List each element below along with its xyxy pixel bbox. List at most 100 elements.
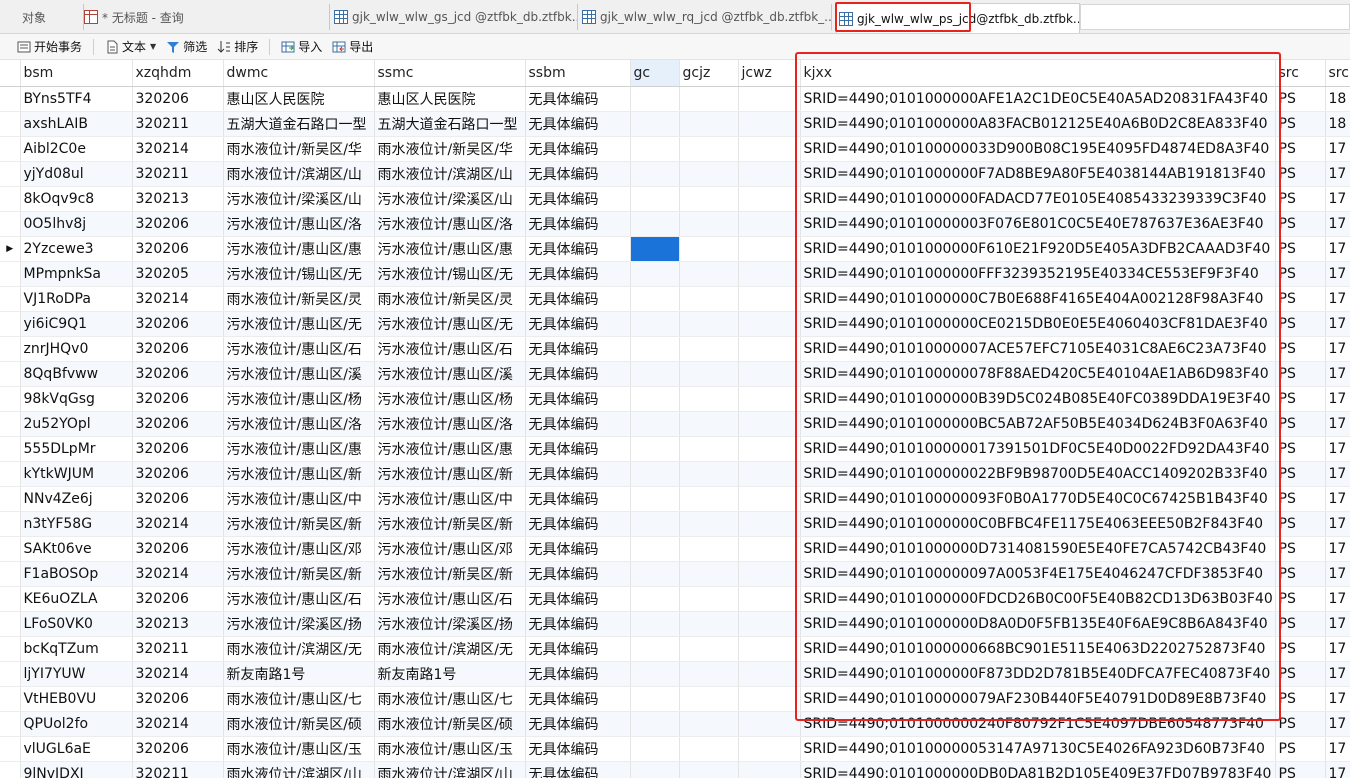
cell-jcwz[interactable] xyxy=(738,286,801,312)
cell-src[interactable]: 17 xyxy=(1325,686,1350,712)
cell-xzqhdm[interactable]: 320211 xyxy=(132,111,224,137)
cell-dwmc[interactable]: 雨水液位计/滨湖区/无 xyxy=(223,636,375,662)
cell-gc[interactable] xyxy=(630,636,680,662)
cell-gcjz[interactable] xyxy=(679,236,739,262)
cell-src[interactable]: PS xyxy=(1275,361,1326,387)
cell-jcwz[interactable] xyxy=(738,186,801,212)
cell-ssbm[interactable]: 无具体编码 xyxy=(525,461,631,487)
cell-kjxx[interactable]: SRID=4490;0101000000240F80792F1C5E4097DB… xyxy=(800,711,1276,737)
cell-src[interactable]: PS xyxy=(1275,386,1326,412)
cell-ssmc[interactable]: 污水液位计/新吴区/新 xyxy=(374,561,526,587)
cell-src[interactable]: PS xyxy=(1275,586,1326,612)
cell-ssbm[interactable]: 无具体编码 xyxy=(525,386,631,412)
column-header-src[interactable]: src xyxy=(1275,60,1326,87)
cell-src[interactable]: 17 xyxy=(1325,661,1350,687)
cell-src[interactable]: PS xyxy=(1275,511,1326,537)
cell-src[interactable]: 17 xyxy=(1325,136,1350,162)
table-row[interactable]: axshLAIB 320211 五湖大道金石路口一型 五湖大道金石路口一型 无具体编码 S… xyxy=(0,111,1350,137)
cell-dwmc[interactable]: 雨水液位计/新吴区/华 xyxy=(223,136,375,162)
cell-xzqhdm[interactable]: 320206 xyxy=(132,311,224,337)
cell-src[interactable]: PS xyxy=(1275,86,1326,112)
cell-bsm[interactable]: 0O5lhv8j xyxy=(20,211,133,237)
table-row[interactable]: 9lNvJDXI 320211 雨水液位计/滨湖区/山 雨水液位计/滨湖区/山 无具体编… xyxy=(0,761,1350,778)
column-header-bsm[interactable]: bsm xyxy=(20,60,133,87)
column-header-ssbm[interactable]: ssbm xyxy=(525,60,631,87)
cell-jcwz[interactable] xyxy=(738,111,801,137)
sort-button[interactable]: 排序 xyxy=(212,36,263,58)
cell-bsm[interactable]: axshLAIB xyxy=(20,111,133,137)
export-button[interactable]: 导出 xyxy=(327,36,378,58)
column-header-gcjz[interactable]: gcjz xyxy=(679,60,739,87)
cell-gcjz[interactable] xyxy=(679,511,739,537)
cell-jcwz[interactable] xyxy=(738,236,801,262)
cell-src[interactable]: 17 xyxy=(1325,436,1350,462)
cell-xzqhdm[interactable]: 320206 xyxy=(132,361,224,387)
cell-gcjz[interactable] xyxy=(679,161,739,187)
cell-ssmc[interactable]: 污水液位计/惠山区/溪 xyxy=(374,361,526,387)
cell-ssbm[interactable]: 无具体编码 xyxy=(525,411,631,437)
cell-ssmc[interactable]: 污水液位计/梁溪区/山 xyxy=(374,186,526,212)
cell-ssmc[interactable]: 污水液位计/新吴区/新 xyxy=(374,511,526,537)
cell-src[interactable]: PS xyxy=(1275,286,1326,312)
cell-ssmc[interactable]: 污水液位计/惠山区/洛 xyxy=(374,211,526,237)
cell-kjxx[interactable]: SRID=4490;0101000000668BC901E5115E4063D2… xyxy=(800,636,1276,662)
cell-jcwz[interactable] xyxy=(738,386,801,412)
cell-src[interactable]: 17 xyxy=(1325,386,1350,412)
cell-gc[interactable] xyxy=(630,86,680,112)
cell-ssmc[interactable]: 雨水液位计/新吴区/华 xyxy=(374,136,526,162)
table-row[interactable]: kYtkWJUM 320206 污水液位计/惠山区/新 污水液位计/惠山区/新 无具体编… xyxy=(0,461,1350,487)
cell-dwmc[interactable]: 污水液位计/惠山区/洛 xyxy=(223,411,375,437)
cell-gc[interactable] xyxy=(630,711,680,737)
cell-dwmc[interactable]: 五湖大道金石路口一型 xyxy=(223,111,375,137)
begin-transaction-button[interactable]: 开始事务 xyxy=(12,36,87,58)
cell-ssmc[interactable]: 雨水液位计/滨湖区/山 xyxy=(374,761,526,778)
cell-dwmc[interactable]: 污水液位计/惠山区/洛 xyxy=(223,211,375,237)
cell-jcwz[interactable] xyxy=(738,461,801,487)
column-header-src[interactable]: src xyxy=(1325,60,1350,87)
cell-dwmc[interactable]: 污水液位计/梁溪区/扬 xyxy=(223,611,375,637)
row-indicator[interactable] xyxy=(0,186,21,212)
cell-src[interactable]: PS xyxy=(1275,161,1326,187)
cell-jcwz[interactable] xyxy=(738,536,801,562)
cell-xzqhdm[interactable]: 320206 xyxy=(132,386,224,412)
cell-gcjz[interactable] xyxy=(679,661,739,687)
cell-src[interactable]: 17 xyxy=(1325,736,1350,762)
cell-gc[interactable] xyxy=(630,286,680,312)
cell-jcwz[interactable] xyxy=(738,436,801,462)
cell-gcjz[interactable] xyxy=(679,561,739,587)
row-indicator[interactable] xyxy=(0,661,21,687)
cell-xzqhdm[interactable]: 320206 xyxy=(132,536,224,562)
cell-ssbm[interactable]: 无具体编码 xyxy=(525,436,631,462)
tab-objects[interactable]: 对象 xyxy=(22,4,84,30)
cell-ssbm[interactable]: 无具体编码 xyxy=(525,211,631,237)
cell-src[interactable]: 17 xyxy=(1325,336,1350,362)
cell-xzqhdm[interactable]: 320206 xyxy=(132,736,224,762)
cell-ssmc[interactable]: 污水液位计/惠山区/惠 xyxy=(374,236,526,262)
row-indicator[interactable] xyxy=(0,211,21,237)
cell-ssbm[interactable]: 无具体编码 xyxy=(525,336,631,362)
cell-bsm[interactable]: 98kVqGsg xyxy=(20,386,133,412)
cell-src[interactable]: PS xyxy=(1275,261,1326,287)
cell-gcjz[interactable] xyxy=(679,111,739,137)
cell-src[interactable]: 17 xyxy=(1325,161,1350,187)
cell-jcwz[interactable] xyxy=(738,136,801,162)
cell-ssbm[interactable]: 无具体编码 xyxy=(525,536,631,562)
column-header-kjxx[interactable]: kjxx xyxy=(800,60,1276,87)
cell-src[interactable]: PS xyxy=(1275,736,1326,762)
cell-gcjz[interactable] xyxy=(679,286,739,312)
cell-ssmc[interactable]: 雨水液位计/新吴区/硕 xyxy=(374,711,526,737)
cell-jcwz[interactable] xyxy=(738,161,801,187)
row-indicator[interactable] xyxy=(0,611,21,637)
cell-xzqhdm[interactable]: 320214 xyxy=(132,136,224,162)
cell-kjxx[interactable]: SRID=4490;0101000000F7AD8BE9A80F5E403814… xyxy=(800,161,1276,187)
cell-bsm[interactable]: kYtkWJUM xyxy=(20,461,133,487)
cell-ssbm[interactable]: 无具体编码 xyxy=(525,111,631,137)
cell-gc[interactable] xyxy=(630,736,680,762)
cell-ssbm[interactable]: 无具体编码 xyxy=(525,611,631,637)
cell-gc[interactable] xyxy=(630,186,680,212)
cell-gc[interactable] xyxy=(630,661,680,687)
cell-jcwz[interactable] xyxy=(738,561,801,587)
row-indicator[interactable] xyxy=(0,386,21,412)
filter-button[interactable]: 筛选 xyxy=(161,36,212,58)
cell-bsm[interactable]: 8QqBfvww xyxy=(20,361,133,387)
